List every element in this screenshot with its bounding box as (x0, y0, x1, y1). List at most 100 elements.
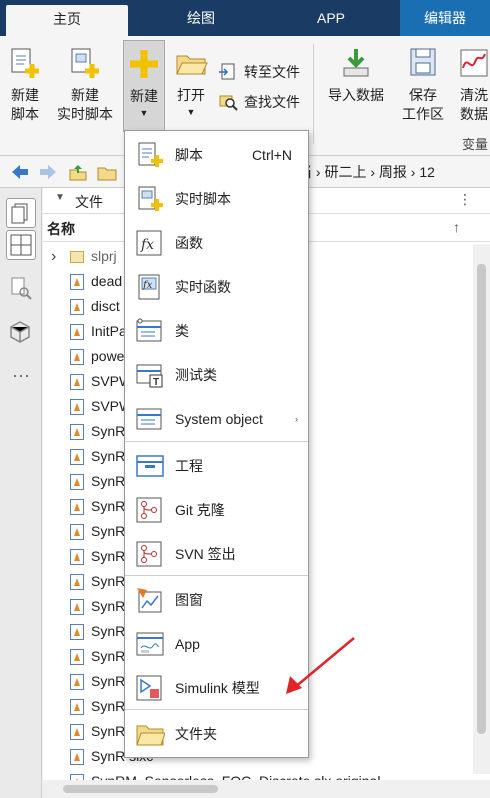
figure-icon (135, 586, 165, 614)
model-file-icon (70, 624, 84, 640)
variable-section-label: 变量 (461, 137, 488, 152)
m-file-icon (70, 649, 84, 665)
svg-text:T: T (153, 377, 159, 388)
file-name: SynR (91, 623, 126, 639)
new-script-icon (8, 46, 42, 80)
menu-divider (125, 575, 308, 576)
open-button[interactable]: 打开 ▼ (170, 36, 212, 119)
model-file-icon (70, 399, 84, 415)
menu-item-project[interactable]: 工程 (125, 444, 308, 488)
add-ons-icon[interactable] (6, 318, 36, 348)
menu-item-function[interactable]: fx 函数 (125, 221, 308, 265)
menu-item-label: 类 (175, 323, 189, 339)
save-workspace-label: 保存 工作区 (402, 87, 444, 122)
goto-file-icon (218, 62, 238, 82)
expand-icon[interactable]: › (51, 244, 56, 269)
find-files-label: 查找文件 (244, 94, 300, 110)
files-panel-icon[interactable] (6, 198, 36, 228)
svn-checkout-icon (135, 540, 165, 568)
menu-item-test-class[interactable]: T 测试类 (125, 353, 308, 397)
m-file-icon (70, 374, 84, 390)
model-file-icon (70, 574, 84, 590)
scroll-thumb[interactable] (63, 785, 218, 793)
horizontal-scrollbar[interactable] (43, 780, 490, 798)
save-workspace-button[interactable]: 保存 工作区 (398, 36, 448, 124)
m-file-icon (70, 299, 84, 315)
system-object-icon (135, 405, 165, 433)
menu-item-label: Simulink 模型 (175, 680, 260, 696)
menu-item-label: 实时脚本 (175, 191, 231, 207)
script-icon (135, 141, 165, 169)
file-name: powe (91, 348, 125, 364)
file-name: SynR (91, 523, 126, 539)
shortcut-label: Ctrl+N (251, 147, 292, 163)
search-doc-icon[interactable] (6, 274, 36, 304)
new-script-button[interactable]: 新建 脚本 (2, 36, 48, 124)
m-file-icon (70, 499, 84, 515)
tab-apps[interactable]: APP (270, 0, 392, 36)
import-data-button[interactable]: 导入数据 (322, 36, 390, 105)
clean-data-button[interactable]: 清洗 数据 (454, 36, 490, 124)
forward-arrow-icon[interactable] (38, 162, 58, 182)
m-file-icon (70, 599, 84, 615)
file-name: dead (91, 273, 123, 289)
app-icon (135, 630, 165, 658)
menu-item-label: 图窗 (175, 592, 203, 608)
svg-text:fx: fx (142, 280, 153, 291)
model-file-icon (70, 549, 84, 565)
new-label: 新建 (130, 88, 158, 104)
function-icon: fx (135, 229, 165, 257)
collapse-icon[interactable]: ▼ (55, 192, 65, 203)
menu-item-system-object[interactable]: System object › (125, 397, 308, 441)
chevron-down-icon: ▼ (186, 107, 196, 117)
plus-icon (127, 47, 161, 81)
new-live-script-label: 新建 实时脚本 (57, 87, 113, 122)
tab-bar: 主页 绘图 APP 编辑器 (0, 0, 490, 36)
scroll-thumb[interactable] (477, 264, 486, 734)
clean-data-label: 清洗 数据 (460, 87, 488, 122)
breadcrumb[interactable]: 当 › 研二上 › 周报 › 12 (298, 162, 435, 182)
up-folder-icon[interactable] (68, 162, 88, 182)
m-file-icon (70, 274, 84, 290)
menu-item-label: 文件夹 (175, 726, 217, 742)
import-data-icon (339, 46, 373, 80)
red-arrow-annotation (286, 637, 355, 694)
menu-item-live-script[interactable]: 实时脚本 (125, 177, 308, 221)
menu-item-class[interactable]: 类 (125, 309, 308, 353)
m-file-icon (70, 349, 84, 365)
menu-item-figure[interactable]: 图窗 (125, 578, 308, 622)
file-name: slprj (91, 248, 117, 264)
menu-item-folder[interactable]: 文件夹 (125, 712, 308, 756)
new-live-script-button[interactable]: 新建 实时脚本 (52, 36, 118, 124)
menu-item-script[interactable]: 脚本 Ctrl+N (125, 133, 308, 177)
vertical-scrollbar[interactable] (473, 244, 490, 774)
menu-item-svn-checkout[interactable]: SVN 签出 (125, 532, 308, 576)
file-panel-title: 文件 (75, 194, 103, 210)
panel-options-icon[interactable]: ⋮ (458, 191, 472, 208)
more-icon[interactable]: ··· (6, 366, 36, 396)
goto-file-label: 转至文件 (244, 64, 300, 80)
goto-file-button[interactable]: 转至文件 (218, 62, 300, 82)
tab-editor[interactable]: 编辑器 (400, 0, 490, 36)
browse-folder-icon[interactable] (96, 162, 120, 182)
find-files-button[interactable]: 查找文件 (218, 92, 300, 112)
file-name: SynR (91, 423, 126, 439)
back-arrow-icon[interactable] (10, 162, 30, 182)
git-clone-icon (135, 496, 165, 524)
workspace-panel-icon[interactable] (6, 230, 36, 260)
menu-item-label: 脚本 (175, 147, 203, 163)
file-name: SynR (91, 498, 126, 514)
file-name: SynR (91, 598, 126, 614)
menu-item-label: 测试类 (175, 367, 217, 383)
tab-plots[interactable]: 绘图 (136, 0, 266, 36)
menu-item-label: 函数 (175, 235, 203, 251)
menu-item-live-function[interactable]: fx 实时函数 (125, 265, 308, 309)
file-name: SynR (91, 548, 126, 564)
submenu-arrow-icon: › (295, 414, 298, 424)
new-button[interactable]: 新建 ▼ (123, 40, 165, 132)
svg-text:fx: fx (140, 237, 154, 253)
m-file-icon (70, 424, 84, 440)
menu-item-git-clone[interactable]: Git 克隆 (125, 488, 308, 532)
sort-arrow-icon[interactable]: ↑ (453, 219, 460, 235)
tab-home[interactable]: 主页 (6, 5, 128, 36)
